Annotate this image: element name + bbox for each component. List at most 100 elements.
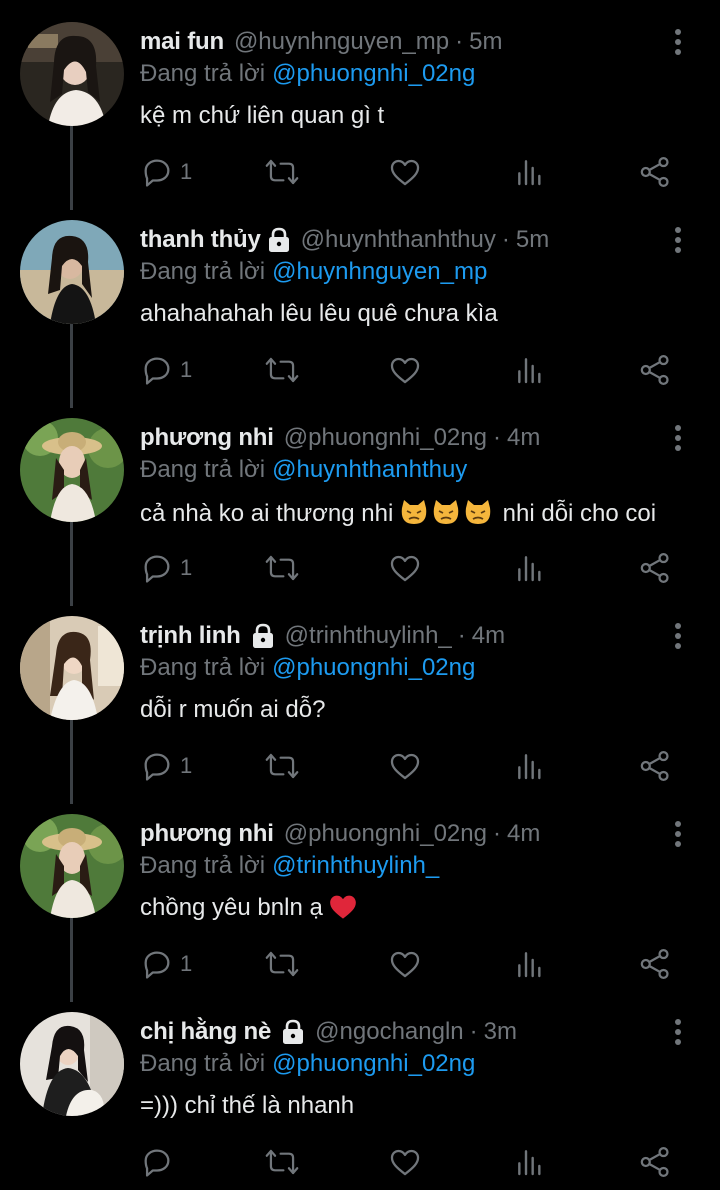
retweet-icon	[265, 951, 299, 977]
replying-to-label: Đang trả lời	[140, 852, 266, 879]
retweet-button[interactable]	[264, 548, 300, 588]
like-icon	[390, 159, 420, 186]
display-name[interactable]: trịnh linh	[140, 622, 241, 650]
replying-to-handle[interactable]: @trinhthuylinh_	[272, 852, 439, 879]
tweet-text: kệ m chứ liên quan gì t	[140, 102, 385, 129]
user-handle[interactable]: @huynhnguyen_mp	[234, 28, 449, 56]
display-name[interactable]: phương nhi	[140, 424, 274, 452]
replying-to-label: Đang trả lời	[140, 1050, 266, 1077]
share-button[interactable]	[638, 1142, 672, 1182]
views-button[interactable]	[514, 350, 546, 390]
reply-button[interactable]: 1	[140, 746, 192, 786]
reply-count: 1	[180, 159, 193, 184]
replying-to-handle[interactable]: @phuongnhi_02ng	[272, 60, 475, 87]
share-icon	[640, 750, 669, 782]
like-button[interactable]	[388, 548, 422, 588]
views-icon	[518, 358, 541, 384]
user-handle[interactable]: @phuongnhi_02ng	[284, 424, 487, 452]
reply-button[interactable]: 1	[140, 944, 192, 984]
replying-to-label: Đang trả lời	[140, 456, 266, 483]
action-bar: 1	[0, 548, 720, 588]
avatar[interactable]	[20, 814, 124, 918]
user-handle[interactable]: @ngochangln	[315, 1018, 463, 1046]
avatar[interactable]	[20, 418, 124, 522]
user-handle[interactable]: @trinhthuylinh_	[285, 622, 452, 650]
lock-icon	[267, 227, 291, 253]
action-bar: 1	[0, 944, 720, 984]
tweet-text-start: chồng yêu bnln ạ	[140, 894, 323, 921]
views-button[interactable]	[514, 746, 546, 786]
tweet-text-end: nhi dỗi cho coi	[502, 500, 657, 527]
timestamp[interactable]: 3m	[484, 1018, 517, 1046]
avatar[interactable]	[20, 220, 124, 324]
reply-button[interactable]	[140, 1142, 180, 1182]
views-button[interactable]	[514, 1142, 546, 1182]
tweet[interactable]: chị hằng nè @ngochangln · 3m Đang trả lờ…	[0, 990, 720, 1188]
share-icon	[640, 948, 669, 980]
replying-to-handle[interactable]: @huynhnguyen_mp	[272, 258, 487, 285]
replying-to: Đang trả lời @phuongnhi_02ng	[140, 1050, 475, 1078]
reply-button[interactable]: 1	[140, 548, 192, 588]
timestamp[interactable]: 5m	[516, 226, 549, 254]
avatar[interactable]	[20, 22, 124, 126]
replying-to-handle[interactable]: @huynhthanhthuy	[272, 456, 467, 483]
retweet-button[interactable]	[264, 350, 300, 390]
retweet-button[interactable]	[264, 746, 300, 786]
display-name[interactable]: phương nhi	[140, 820, 274, 848]
like-button[interactable]	[388, 350, 422, 390]
share-button[interactable]	[638, 548, 672, 588]
user-handle[interactable]: @phuongnhi_02ng	[284, 820, 487, 848]
retweet-button[interactable]	[264, 944, 300, 984]
timestamp[interactable]: 4m	[472, 622, 505, 650]
more-icon[interactable]	[668, 226, 688, 254]
share-button[interactable]	[638, 152, 672, 192]
like-button[interactable]	[388, 152, 422, 192]
red-heart-emoji	[329, 894, 357, 927]
reply-count: 1	[180, 951, 193, 976]
tweet[interactable]: phương nhi @phuongnhi_02ng · 4m Đang trả…	[0, 792, 720, 1002]
tweet[interactable]: phương nhi @phuongnhi_02ng · 4m Đang trả…	[0, 396, 720, 606]
share-button[interactable]	[638, 746, 672, 786]
share-button[interactable]	[638, 350, 672, 390]
retweet-button[interactable]	[264, 1142, 300, 1182]
more-icon[interactable]	[668, 424, 688, 452]
tweet[interactable]: mai fun @huynhnguyen_mp · 5m Đang trả lờ…	[0, 0, 720, 210]
display-name[interactable]: thanh thủy	[140, 226, 261, 254]
replying-to: Đang trả lời @phuongnhi_02ng	[140, 654, 475, 682]
reply-icon	[144, 159, 170, 187]
avatar[interactable]	[20, 616, 124, 720]
more-icon[interactable]	[668, 28, 688, 56]
views-button[interactable]	[514, 944, 546, 984]
timestamp[interactable]: 4m	[507, 820, 540, 848]
timestamp[interactable]: 5m	[469, 28, 502, 56]
views-icon	[518, 1150, 541, 1176]
reply-button[interactable]: 1	[140, 350, 192, 390]
tweet[interactable]: trịnh linh @trinhthuylinh_ · 4m Đang trả…	[0, 594, 720, 804]
reply-button[interactable]: 1	[140, 152, 192, 192]
like-button[interactable]	[388, 944, 422, 984]
more-icon[interactable]	[668, 622, 688, 650]
like-button[interactable]	[388, 746, 422, 786]
like-icon	[390, 753, 420, 780]
replying-to-handle[interactable]: @phuongnhi_02ng	[272, 1050, 475, 1077]
timestamp[interactable]: 4m	[507, 424, 540, 452]
views-button[interactable]	[514, 548, 546, 588]
tweet-text: chồng yêu bnln ạ	[140, 894, 357, 927]
share-button[interactable]	[638, 944, 672, 984]
separator-dot: ·	[457, 622, 466, 649]
replying-to: Đang trả lời @huynhthanhthuy	[140, 456, 467, 484]
like-button[interactable]	[388, 1142, 422, 1182]
display-name[interactable]: mai fun	[140, 28, 224, 56]
more-icon[interactable]	[668, 820, 688, 848]
avatar[interactable]	[20, 1012, 124, 1116]
replying-to-handle[interactable]: @phuongnhi_02ng	[272, 654, 475, 681]
retweet-button[interactable]	[264, 152, 300, 192]
more-icon[interactable]	[668, 1018, 688, 1046]
tweet[interactable]: thanh thủy @huynhthanhthuy · 5m Đang trả…	[0, 198, 720, 408]
display-name[interactable]: chị hằng nè	[140, 1018, 271, 1046]
views-icon	[518, 160, 541, 186]
replying-to: Đang trả lời @huynhnguyen_mp	[140, 258, 487, 286]
user-handle[interactable]: @huynhthanhthuy	[301, 226, 496, 254]
retweet-icon	[265, 753, 299, 779]
views-button[interactable]	[514, 152, 546, 192]
